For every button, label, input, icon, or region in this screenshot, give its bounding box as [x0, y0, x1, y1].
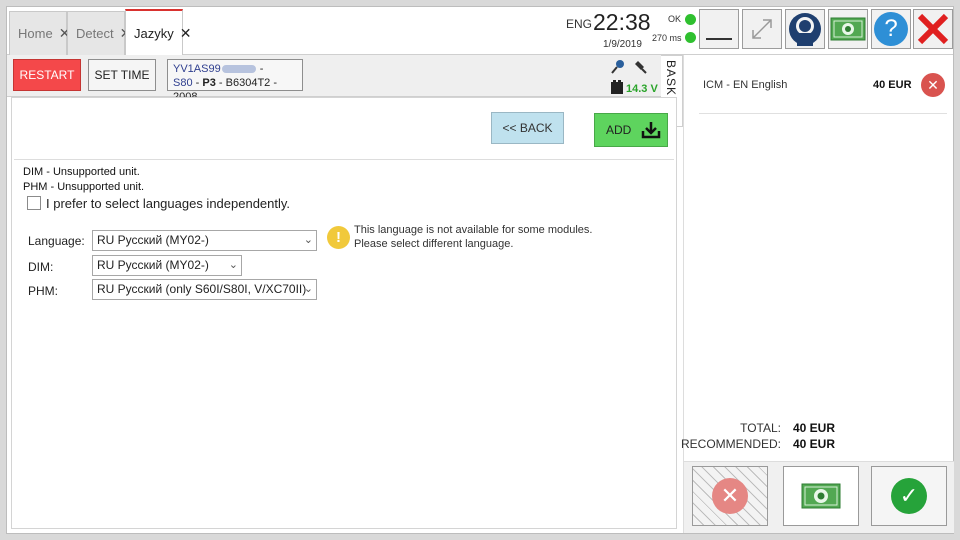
latency-ok-dot-icon	[685, 32, 696, 43]
basket-actions: ✕ ✓	[684, 461, 954, 533]
battery-icon	[611, 80, 623, 94]
language-select[interactable]: RU Русский (MY02-) ⌄	[92, 230, 317, 251]
resize-button[interactable]	[742, 9, 782, 49]
plug-icon	[635, 61, 647, 74]
tab-home-label: Home	[18, 26, 53, 41]
diagnostic-probe-icon	[611, 60, 624, 74]
total-value: 40 EUR	[793, 421, 836, 435]
language-label: Language:	[28, 234, 85, 248]
basket-item-name: ICM - EN English	[703, 79, 788, 91]
help-button[interactable]: ?	[871, 9, 911, 49]
cancel-basket-button[interactable]: ✕	[692, 466, 768, 526]
chevron-down-icon: ⌄	[228, 259, 238, 271]
user-icon	[789, 13, 821, 46]
prefer-independent-label: I prefer to select languages independent…	[46, 196, 291, 211]
vehicle-trim: P3	[202, 77, 216, 89]
vehicle-separator-1: -	[195, 77, 200, 89]
tab-home[interactable]: Home ✕	[9, 11, 70, 55]
latency-label: 270 ms	[652, 33, 682, 43]
clock-date: 1/9/2019	[603, 39, 642, 50]
battery-voltage: 14.3 V	[626, 83, 658, 95]
phm-select-value: RU Русский (only S60I/S80I, V/XC70II)	[97, 282, 307, 296]
vehicle-toolbar: RESTART SET TIME YV1AS99 - S80 - P3 - B6…	[7, 55, 677, 103]
money-button[interactable]	[828, 9, 868, 49]
basket-divider	[699, 113, 947, 114]
top-bar: Home ✕ Detect ✕ Jazyky ✕ ENG 22:38 1/9/2…	[7, 7, 953, 55]
tab-detect[interactable]: Detect ✕	[67, 11, 131, 55]
language-select-value: RU Русский (MY02-)	[97, 233, 209, 247]
close-icon: ✕	[712, 478, 748, 514]
money-icon	[830, 17, 866, 41]
recommended-value: 40 EUR	[793, 437, 836, 451]
warning-line-1: This language is not available for some …	[354, 224, 593, 236]
help-icon: ?	[874, 12, 908, 46]
tab-jazyky-label: Jazyky	[134, 25, 174, 41]
minimize-icon	[706, 38, 732, 40]
back-button[interactable]: << BACK	[491, 112, 564, 144]
download-icon	[642, 122, 661, 139]
tab-jazyky[interactable]: Jazyky ✕	[125, 9, 191, 55]
close-app-button[interactable]	[913, 9, 953, 49]
dim-unsupported-message: DIM - Unsupported unit.	[23, 166, 140, 178]
vehicle-model: S80	[173, 77, 193, 89]
checkmark-icon: ✓	[891, 478, 927, 514]
dim-select-value: RU Русский (MY02-)	[97, 258, 209, 272]
tab-detect-label: Detect	[76, 26, 114, 41]
warning-icon: !	[327, 226, 350, 249]
pay-button[interactable]	[783, 466, 859, 526]
vehicle-separator-2: -	[218, 77, 223, 89]
vehicle-vin: YV1AS99	[173, 63, 221, 75]
remove-item-button[interactable]: ✕	[921, 73, 945, 97]
recommended-label: RECOMMENDED:	[680, 437, 781, 451]
language-warning: This language is not available for some …	[354, 223, 592, 251]
connection-ok-dot-icon	[685, 14, 696, 25]
add-button-label: ADD	[606, 123, 632, 137]
app-window: Home ✕ Detect ✕ Jazyky ✕ ENG 22:38 1/9/2…	[6, 6, 954, 534]
language-indicator: ENG	[566, 17, 593, 31]
tab-jazyky-close-icon[interactable]: ✕	[180, 25, 192, 42]
vehicle-separator-3: -	[273, 77, 278, 89]
user-button[interactable]	[785, 9, 825, 49]
connection-status-label: OK	[668, 14, 682, 24]
vin-separator: -	[259, 63, 264, 75]
resize-icon	[752, 19, 772, 39]
basket-panel: ICM - EN English 40 EUR ✕ TOTAL: 40 EUR …	[680, 55, 954, 533]
clock-time: 22:38	[593, 9, 651, 35]
vin-redacted	[221, 65, 256, 74]
vehicle-engine: B6304T2	[225, 77, 271, 89]
minimize-button[interactable]	[699, 9, 739, 49]
prefer-independent-checkbox[interactable]	[27, 196, 41, 210]
phm-select[interactable]: RU Русский (only S60I/S80I, V/XC70II) ⌄	[92, 279, 317, 300]
warning-line-2: Please select different language.	[354, 238, 514, 250]
total-label: TOTAL:	[740, 421, 781, 435]
phm-unsupported-message: PHM - Unsupported unit.	[23, 181, 145, 193]
money-icon	[801, 483, 841, 509]
confirm-button[interactable]: ✓	[871, 466, 947, 526]
basket-item-price: 40 EUR	[873, 79, 912, 91]
restart-button[interactable]: RESTART	[13, 59, 81, 91]
vehicle-info[interactable]: YV1AS99 - S80 - P3 - B6304T2 - 2008	[167, 59, 303, 103]
header-divider	[14, 159, 674, 160]
language-selection-panel: << BACK ADD DIM - Unsupported unit. PHM …	[11, 97, 677, 529]
add-button[interactable]: ADD	[594, 113, 668, 147]
close-icon: ✕	[927, 76, 939, 93]
set-time-button[interactable]: SET TIME	[88, 59, 156, 91]
phm-label: PHM:	[28, 284, 58, 298]
close-icon	[917, 13, 949, 45]
chevron-down-icon: ⌄	[303, 283, 313, 295]
chevron-down-icon: ⌄	[303, 234, 313, 246]
dim-label: DIM:	[28, 260, 54, 274]
dim-select[interactable]: RU Русский (MY02-) ⌄	[92, 255, 242, 276]
